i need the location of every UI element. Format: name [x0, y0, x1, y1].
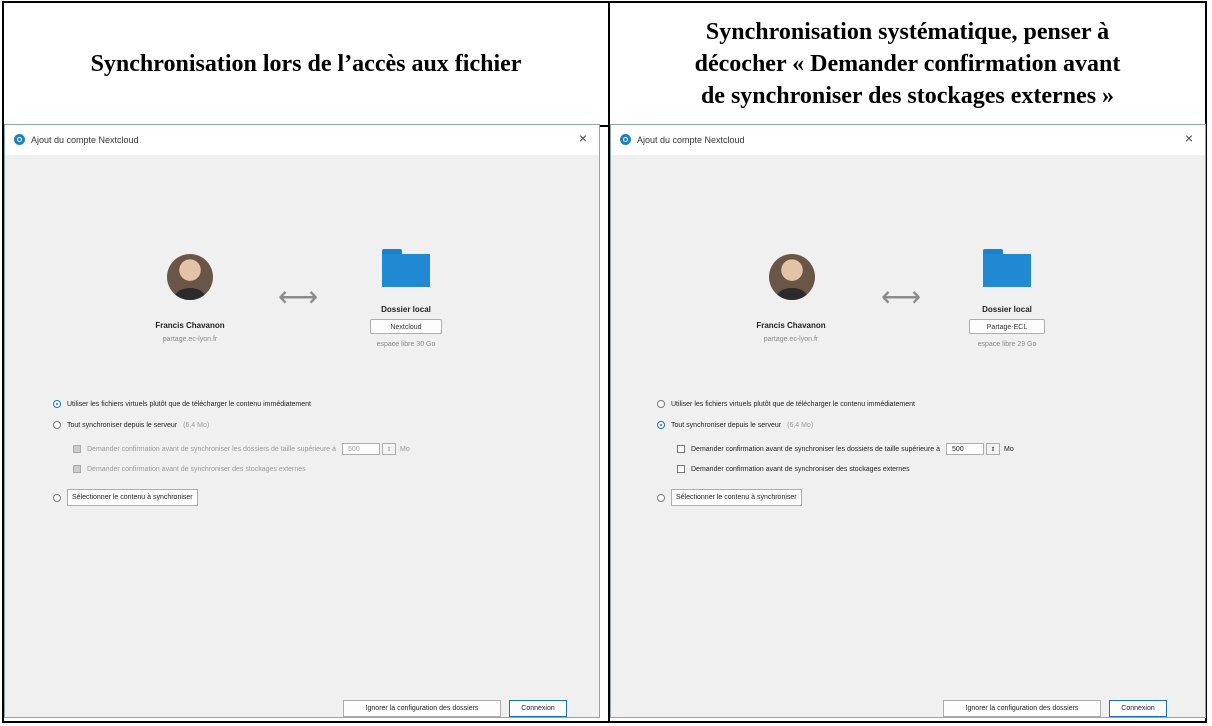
account-dialog-virtual-files: Ajout du compte Nextcloud × Francis Chav… — [4, 124, 600, 718]
folder-icon — [983, 249, 1031, 287]
select-content-button[interactable]: Sélectionner le contenu à synchroniser — [671, 489, 802, 506]
local-folder-button[interactable]: Partage-ECL — [969, 319, 1045, 334]
option-virtual-files[interactable]: Utiliser les fichiers virtuels plutôt qu… — [657, 400, 915, 408]
server-address: partage.ec-lyon.fr — [763, 336, 819, 343]
bidirectional-arrow-icon: ⟷ — [278, 281, 319, 312]
option-select-content[interactable]: Sélectionner le contenu à synchroniser — [657, 489, 802, 506]
threshold-unit: Mo — [1004, 445, 1014, 453]
radio-virtual-files[interactable] — [657, 400, 665, 408]
select-content-button[interactable]: Sélectionner le contenu à synchroniser — [67, 489, 198, 506]
right-column-header: Synchronisation systématique, penser à d… — [610, 3, 1205, 125]
option-virtual-files[interactable]: Utiliser les fichiers virtuels plutôt qu… — [53, 400, 311, 408]
threshold-unit: Mo — [400, 445, 410, 453]
avatar — [769, 254, 815, 300]
skip-folder-config-button[interactable]: Ignorer la configuration des dossiers — [943, 700, 1101, 717]
right-header-line: décocher « Demander confirmation avant — [694, 51, 1121, 77]
option-confirm-external-label: Demander confirmation avant de synchroni… — [87, 465, 306, 473]
option-sync-all[interactable]: Tout synchroniser depuis le serveur (6,4… — [657, 421, 813, 429]
local-folder-title: Dossier local — [381, 305, 431, 314]
option-virtual-files-label: Utiliser les fichiers virtuels plutôt qu… — [671, 400, 915, 408]
nextcloud-logo-icon — [620, 134, 631, 145]
checkbox-confirm-large — [73, 445, 81, 453]
bidirectional-arrow-icon: ⟷ — [881, 281, 922, 312]
radio-virtual-files[interactable] — [53, 400, 61, 408]
option-confirm-external[interactable]: Demander confirmation avant de synchroni… — [677, 465, 910, 473]
radio-sync-all[interactable] — [53, 421, 61, 429]
local-folder-title: Dossier local — [982, 305, 1032, 314]
left-column-header: Synchronisation lors de l’accès aux fich… — [90, 50, 522, 77]
server-address: partage.ec-lyon.fr — [162, 336, 218, 343]
dialog-titlebar: Ajout du compte Nextcloud × — [611, 125, 1205, 155]
checkbox-confirm-external — [73, 465, 81, 473]
user-name: Francis Chavanon — [756, 321, 826, 330]
radio-sync-all[interactable] — [657, 421, 665, 429]
skip-folder-config-button[interactable]: Ignorer la configuration des dossiers — [343, 700, 501, 717]
spinner-arrows-icon[interactable]: ⇕ — [986, 443, 1001, 455]
checkbox-confirm-external[interactable] — [677, 465, 685, 473]
radio-select-content[interactable] — [53, 493, 61, 502]
close-icon[interactable]: × — [579, 131, 587, 145]
radio-select-content[interactable] — [657, 493, 665, 502]
spinner-arrows-icon: ⇕ — [382, 443, 397, 455]
user-name: Francis Chavanon — [155, 321, 225, 330]
threshold-input: 500 — [342, 443, 381, 455]
option-virtual-files-label: Utiliser les fichiers virtuels plutôt qu… — [67, 400, 311, 408]
option-sync-all-label: Tout synchroniser depuis le serveur — [671, 421, 782, 429]
option-sync-all[interactable]: Tout synchroniser depuis le serveur (6,4… — [53, 421, 209, 429]
nextcloud-logo-icon — [14, 134, 25, 145]
free-space: espace libre 29 Go — [977, 341, 1037, 348]
connect-button[interactable]: Connexion — [1109, 700, 1167, 717]
close-icon[interactable]: × — [1185, 131, 1193, 145]
option-confirm-large[interactable]: Demander confirmation avant de synchroni… — [677, 443, 1014, 455]
connect-button[interactable]: Connexion — [509, 700, 567, 717]
right-header-line: Synchronisation systématique, penser à — [705, 19, 1110, 45]
folder-icon — [382, 249, 430, 287]
account-dialog-sync-all: Ajout du compte Nextcloud × Francis Chav… — [610, 124, 1206, 718]
threshold-input[interactable]: 500 — [946, 443, 985, 455]
option-sync-all-label: Tout synchroniser depuis le serveur — [67, 421, 178, 429]
dialog-title: Ajout du compte Nextcloud — [637, 135, 745, 145]
sync-size: (6,4 Mo) — [183, 421, 210, 429]
dialog-title: Ajout du compte Nextcloud — [31, 135, 139, 145]
dialog-titlebar: Ajout du compte Nextcloud × — [5, 125, 599, 155]
checkbox-confirm-large[interactable] — [677, 445, 685, 453]
option-confirm-large-label: Demander confirmation avant de synchroni… — [87, 445, 337, 453]
option-confirm-large-label: Demander confirmation avant de synchroni… — [691, 445, 941, 453]
free-space: espace libre 30 Go — [376, 341, 436, 348]
option-confirm-external-label: Demander confirmation avant de synchroni… — [691, 465, 910, 473]
local-folder-button[interactable]: Nextcloud — [370, 319, 442, 334]
sync-size: (6,4 Mo) — [787, 421, 814, 429]
option-confirm-external: Demander confirmation avant de synchroni… — [73, 465, 306, 473]
avatar — [167, 254, 213, 300]
option-select-content[interactable]: Sélectionner le contenu à synchroniser — [53, 489, 198, 506]
right-header-line: de synchroniser des stockages externes » — [700, 83, 1115, 109]
option-confirm-large: Demander confirmation avant de synchroni… — [73, 443, 410, 455]
